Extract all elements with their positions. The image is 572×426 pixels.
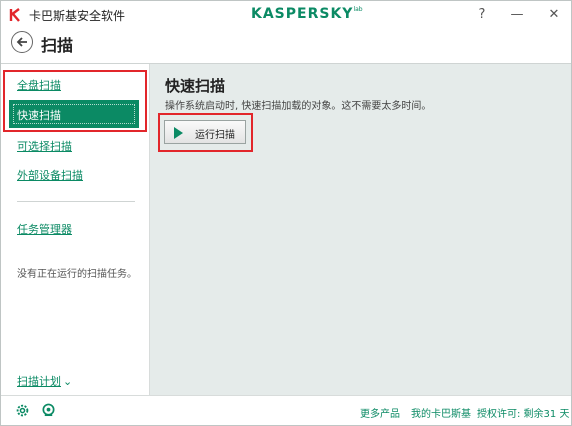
sidebar-item-selective-scan[interactable]: 可选择扫描 [17,138,72,154]
brand-suffix: lab [353,6,363,13]
brand-logo: KASPERSKYlab [251,6,363,22]
scan-schedule-link[interactable]: 扫描计划 ⌄ [17,373,72,389]
chevron-down-icon: ⌄ [63,375,73,388]
back-arrow-icon [16,37,27,47]
more-products-link[interactable]: 更多产品 [360,405,400,420]
app-window: 卡巴斯基安全软件 KASPERSKYlab ? — ✕ 扫描 全盘扫描 快速扫描… [0,0,572,426]
back-button[interactable] [11,31,33,53]
close-button[interactable]: ✕ [542,5,566,25]
sidebar-divider [17,201,135,202]
highlight-box-sidebar [3,70,147,132]
window-title: 卡巴斯基安全软件 [29,9,126,23]
my-kaspersky-link[interactable]: 我的卡巴斯基 [411,405,471,420]
scan-description: 操作系统启动时, 快速扫描加载的对象。这不需要太多时间。 [165,101,432,112]
brand-text: KASPERSKY [251,6,354,22]
kaspersky-k-icon [9,8,20,22]
help-button[interactable]: ? [470,5,494,25]
sidebar-item-external-device-scan[interactable]: 外部设备扫描 [17,167,83,183]
highlight-box-run-button [158,113,253,152]
license-status[interactable]: 授权许可: 剩余31 天 [477,405,569,420]
title-bar: 卡巴斯基安全软件 KASPERSKYlab ? — ✕ [1,1,571,29]
minimize-button[interactable]: — [505,5,529,25]
task-manager-link[interactable]: 任务管理器 [17,221,72,237]
footer-divider [1,395,571,396]
scan-title: 快速扫描 [165,77,226,95]
support-icon[interactable] [41,403,56,418]
settings-icon[interactable] [15,403,30,418]
page-title: 扫描 [41,36,74,55]
task-manager-status: 没有正在运行的扫描任务。 [17,269,137,280]
scan-schedule-label: 扫描计划 [17,375,61,388]
